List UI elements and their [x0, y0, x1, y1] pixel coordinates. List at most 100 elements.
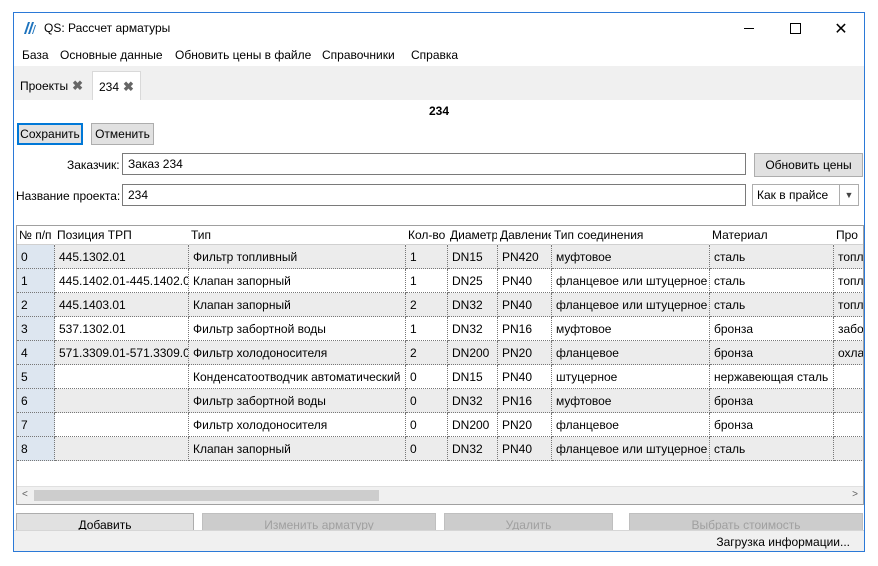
table-cell[interactable]: Конденсатоотводчик автоматический [189, 365, 406, 389]
tab-projects[interactable]: Проекты ✖ [14, 73, 89, 99]
table-cell[interactable] [834, 413, 863, 437]
scroll-right-icon[interactable]: > [852, 489, 858, 500]
table-cell[interactable]: сталь [710, 437, 834, 461]
table-cell[interactable]: 1 [406, 317, 448, 341]
table-row[interactable]: 8 Клапан запорный 0 DN32 PN40 фланцевое или ш… [17, 437, 863, 461]
table-cell[interactable]: PN20 [498, 413, 552, 437]
row-number-cell[interactable]: 0 [17, 245, 55, 269]
table-row[interactable]: 3 537.1302.01 Фильтр забортной воды 1 DN32 PN… [17, 317, 863, 341]
column-header[interactable]: Давление [498, 226, 552, 245]
table-cell[interactable]: Фильтр забортной воды [189, 317, 406, 341]
table-cell[interactable] [834, 365, 863, 389]
menu-update-prices[interactable]: Обновить цены в файле [175, 48, 311, 62]
row-number-cell[interactable]: 6 [17, 389, 55, 413]
table-cell[interactable]: DN15 [448, 365, 498, 389]
maximize-button[interactable] [772, 13, 818, 44]
row-number-cell[interactable]: 3 [17, 317, 55, 341]
row-number-cell[interactable]: 4 [17, 341, 55, 365]
table-cell[interactable]: бронза [710, 341, 834, 365]
tab-project-234[interactable]: 234 ✖ [92, 71, 141, 101]
table-cell[interactable]: PN20 [498, 341, 552, 365]
table-cell[interactable]: DN32 [448, 317, 498, 341]
menu-baza[interactable]: База [22, 48, 49, 62]
table-cell[interactable]: штуцерное [552, 365, 710, 389]
table-cell[interactable]: 2 [406, 293, 448, 317]
table-cell[interactable]: Фильтр холодоносителя [189, 413, 406, 437]
table-cell[interactable]: 2 [406, 341, 448, 365]
table-cell[interactable]: DN32 [448, 293, 498, 317]
table-cell[interactable]: сталь [710, 245, 834, 269]
table-cell[interactable]: нержавеющая сталь [710, 365, 834, 389]
table-cell[interactable]: Фильтр забортной воды [189, 389, 406, 413]
table-cell[interactable]: муфтовое [552, 389, 710, 413]
table-row[interactable]: 1 445.1402.01-445.1402.02 Клапан запорный 1… [17, 269, 863, 293]
table-row[interactable]: 7 Фильтр холодоносителя 0 DN200 PN20 фланцево… [17, 413, 863, 437]
table-cell[interactable]: муфтовое [552, 245, 710, 269]
customer-field[interactable]: Заказ 234 [122, 153, 746, 175]
minimize-button[interactable] [726, 13, 772, 44]
table-cell[interactable]: фланцевое [552, 341, 710, 365]
table-cell[interactable]: PN16 [498, 389, 552, 413]
row-number-cell[interactable]: 7 [17, 413, 55, 437]
table-cell[interactable]: PN16 [498, 317, 552, 341]
table-cell[interactable]: DN32 [448, 389, 498, 413]
table-cell[interactable]: DN15 [448, 245, 498, 269]
table-cell[interactable]: DN25 [448, 269, 498, 293]
horizontal-scrollbar[interactable]: < > [17, 486, 863, 504]
column-header[interactable]: Про [834, 226, 863, 245]
column-header[interactable]: Материал [710, 226, 834, 245]
scroll-left-icon[interactable]: < [22, 489, 28, 500]
row-number-cell[interactable]: 8 [17, 437, 55, 461]
table-cell[interactable]: 445.1403.01 [55, 293, 189, 317]
table-cell[interactable]: фланцевое [552, 413, 710, 437]
table-cell[interactable]: PN40 [498, 437, 552, 461]
table-cell[interactable]: сталь [710, 269, 834, 293]
scrollbar-thumb[interactable] [34, 490, 379, 501]
table-cell[interactable]: охла [834, 341, 863, 365]
table-cell[interactable]: бронза [710, 389, 834, 413]
table-cell[interactable] [55, 413, 189, 437]
table-cell[interactable]: 445.1402.01-445.1402.02 [55, 269, 189, 293]
menu-main-data[interactable]: Основные данные [60, 48, 163, 62]
table-cell[interactable]: Фильтр топливный [189, 245, 406, 269]
update-prices-button[interactable]: Обновить цены [754, 153, 863, 177]
close-tab-icon[interactable]: ✖ [72, 78, 83, 94]
close-tab-icon[interactable]: ✖ [123, 79, 134, 95]
menu-references[interactable]: Справочники [322, 48, 395, 62]
table-cell[interactable]: DN200 [448, 413, 498, 437]
cancel-button[interactable]: Отменить [91, 123, 154, 145]
column-header[interactable]: Тип [189, 226, 406, 245]
table-cell[interactable]: фланцевое или штуцерное [552, 269, 710, 293]
table-cell[interactable]: 0 [406, 413, 448, 437]
table-cell[interactable]: 537.1302.01 [55, 317, 189, 341]
table-cell[interactable]: топл [834, 293, 863, 317]
price-mode-select[interactable]: Как в прайсе ▼ [752, 184, 859, 206]
table-row[interactable]: 2 445.1403.01 Клапан запорный 2 DN32 PN40 флан… [17, 293, 863, 317]
table-cell[interactable]: PN40 [498, 293, 552, 317]
table-cell[interactable]: бронза [710, 413, 834, 437]
table-cell[interactable]: 0 [406, 389, 448, 413]
table-row[interactable]: 6 Фильтр забортной воды 0 DN32 PN16 муфтовое б… [17, 389, 863, 413]
column-header[interactable]: Диаметр [448, 226, 498, 245]
table-row[interactable]: 0 445.1302.01 Фильтр топливный 1 DN15 PN420 му… [17, 245, 863, 269]
table-cell[interactable]: Фильтр холодоносителя [189, 341, 406, 365]
table-row[interactable]: 5 Конденсатоотводчик автоматический 0 DN15 P… [17, 365, 863, 389]
table-cell[interactable]: PN420 [498, 245, 552, 269]
table-cell[interactable]: топл [834, 269, 863, 293]
project-name-field[interactable]: 234 [122, 184, 746, 206]
table-cell[interactable]: 571.3309.01-571.3309.02 [55, 341, 189, 365]
table-cell[interactable]: PN40 [498, 365, 552, 389]
table-cell[interactable]: сталь [710, 293, 834, 317]
table-cell[interactable]: 0 [406, 365, 448, 389]
table-cell[interactable]: Клапан запорный [189, 293, 406, 317]
table-cell[interactable]: PN40 [498, 269, 552, 293]
table-cell[interactable]: фланцевое или штуцерное [552, 437, 710, 461]
table-cell[interactable]: 1 [406, 269, 448, 293]
armature-table[interactable]: № п/п Позиция ТРП Тип Кол-во Диаметр Давление… [16, 225, 864, 505]
table-cell[interactable]: забо [834, 317, 863, 341]
row-number-cell[interactable]: 5 [17, 365, 55, 389]
column-header[interactable]: № п/п [17, 226, 55, 245]
row-number-cell[interactable]: 1 [17, 269, 55, 293]
table-cell[interactable]: топл [834, 245, 863, 269]
table-cell[interactable]: 1 [406, 245, 448, 269]
